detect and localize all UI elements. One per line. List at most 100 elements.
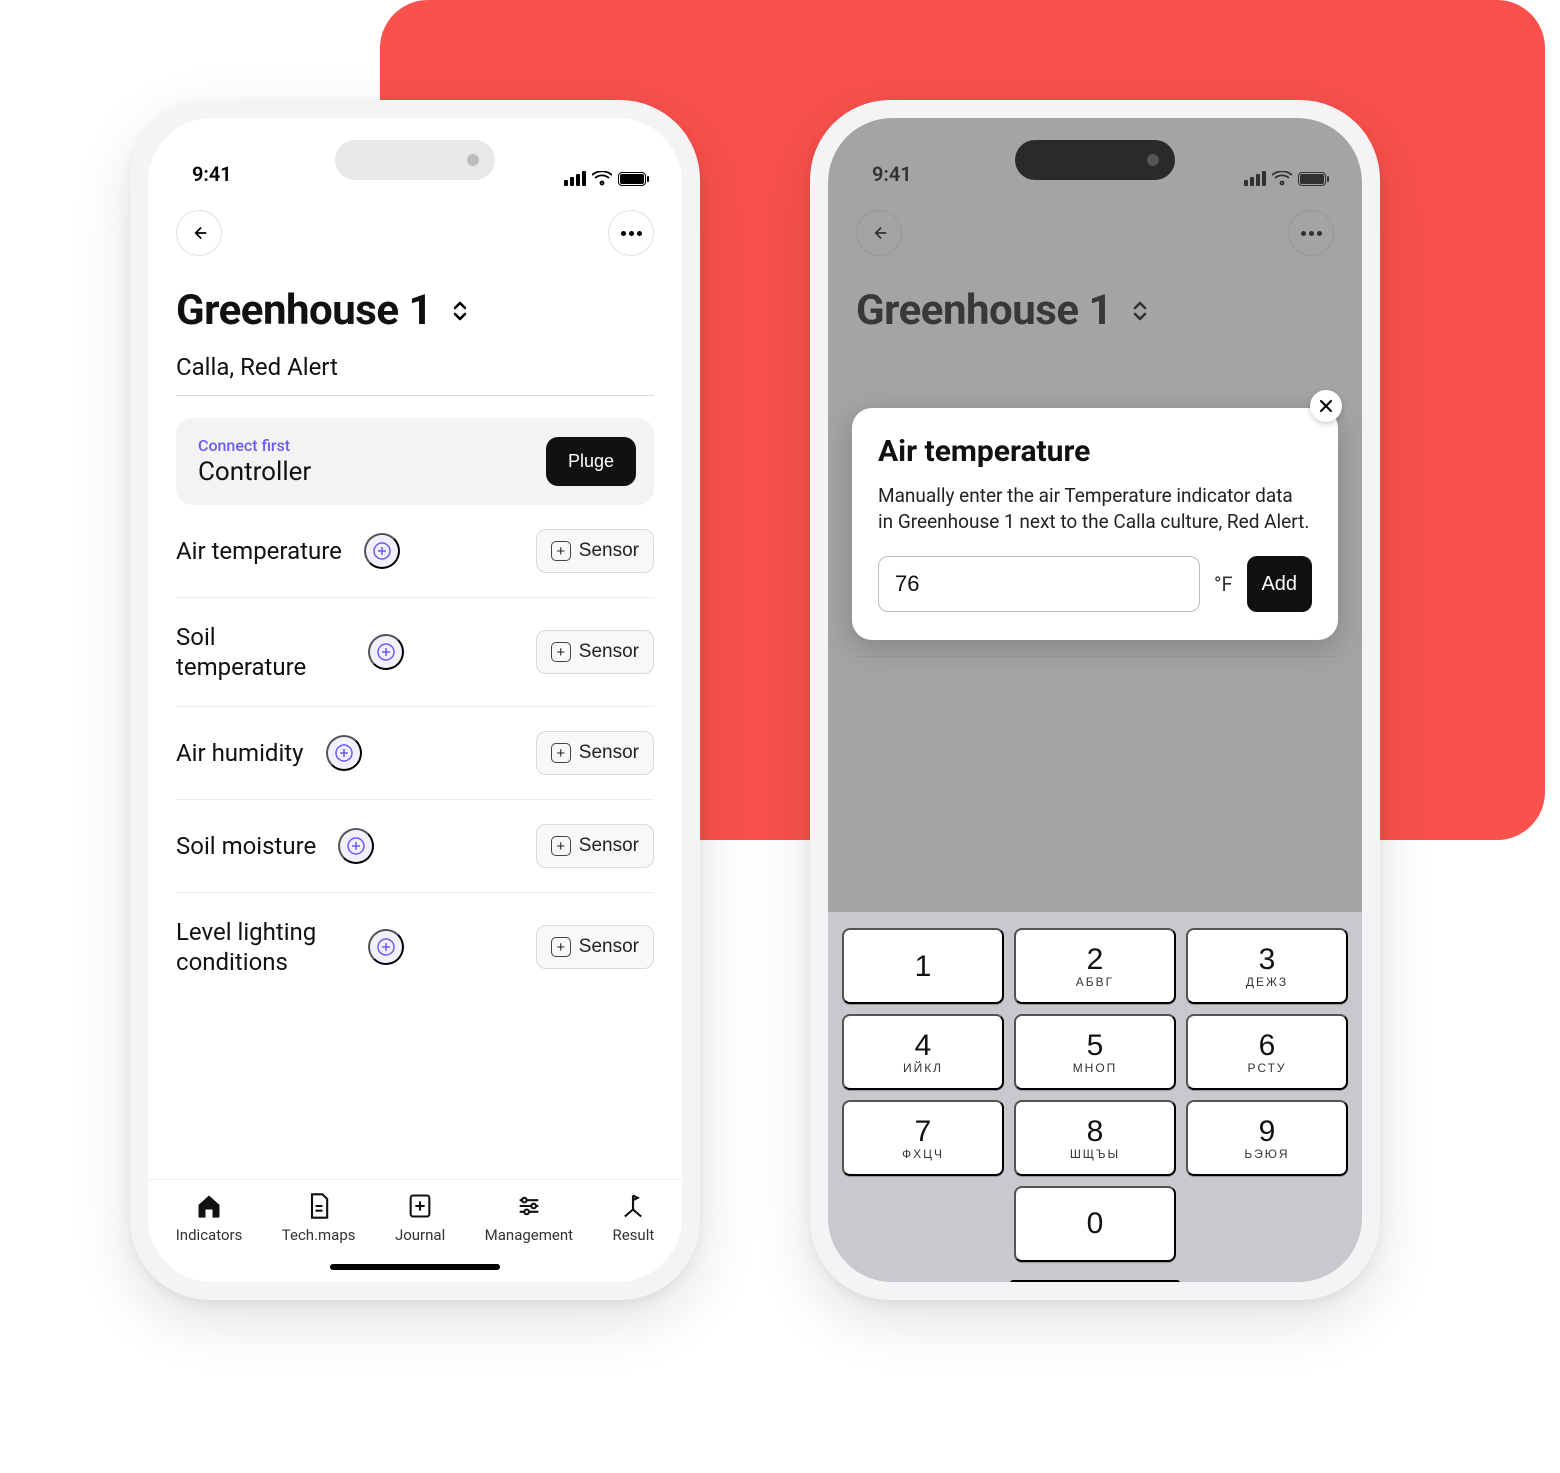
temperature-input[interactable] — [878, 556, 1200, 612]
indicator-row: Soil moisture + Sensor — [176, 800, 654, 893]
indicator-label: Soil temperature — [176, 622, 346, 682]
key-digit: 2 — [1087, 943, 1104, 977]
key-2[interactable]: 2АБВГ — [1014, 928, 1176, 1004]
plus-box-icon: + — [551, 836, 571, 856]
page-title: Greenhouse 1 — [176, 286, 432, 335]
key-digit: 8 — [1087, 1115, 1104, 1149]
key-7[interactable]: 7ФХЦЧ — [842, 1100, 1004, 1176]
plus-icon — [335, 744, 353, 762]
sensor-label: Sensor — [579, 742, 639, 764]
key-digit: 1 — [915, 950, 932, 984]
home-indicator — [330, 1264, 500, 1270]
home-icon — [195, 1192, 223, 1220]
add-reading-button[interactable] — [368, 634, 404, 670]
indicator-row: Soil temperature + Sensor — [176, 598, 654, 707]
plus-icon — [377, 938, 395, 956]
sensor-label: Sensor — [579, 936, 639, 958]
indicator-row: Air temperature + Sensor — [176, 505, 654, 598]
more-button[interactable] — [608, 210, 654, 256]
sensor-label: Sensor — [579, 641, 639, 663]
plus-icon — [377, 643, 395, 661]
add-reading-button[interactable] — [338, 828, 374, 864]
tab-management[interactable]: Management — [485, 1192, 573, 1244]
tab-label: Journal — [395, 1226, 445, 1244]
key-0[interactable]: 0 — [1014, 1186, 1176, 1262]
controller-card: Connect first Controller Pluge — [176, 418, 654, 505]
temperature-modal: Air temperature Manually enter the air T… — [852, 408, 1338, 640]
plus-icon — [347, 837, 365, 855]
tab-techmaps[interactable]: Tech.maps — [282, 1192, 356, 1244]
key-4[interactable]: 4ИЙКЛ — [842, 1014, 1004, 1090]
plug-button[interactable]: Pluge — [546, 437, 636, 486]
phone-frame-left: 9:41 Greenhouse 1 — [130, 100, 700, 1300]
key-5[interactable]: 5МНОП — [1014, 1014, 1176, 1090]
key-sub: ФХЦЧ — [902, 1147, 944, 1161]
sensor-button[interactable]: +Sensor — [536, 925, 654, 969]
add-reading-button[interactable] — [364, 533, 400, 569]
arrow-left-icon — [189, 223, 209, 243]
key-sub: ЬЭЮЯ — [1244, 1147, 1289, 1161]
sensor-label: Sensor — [579, 835, 639, 857]
key-9[interactable]: 9ЬЭЮЯ — [1186, 1100, 1348, 1176]
modal-title: Air temperature — [878, 434, 1312, 469]
close-button[interactable] — [1310, 390, 1342, 422]
flag-icon — [619, 1192, 647, 1220]
tab-label: Tech.maps — [282, 1226, 356, 1244]
indicator-label: Soil moisture — [176, 831, 316, 861]
key-sub: ИЙКЛ — [903, 1061, 943, 1075]
more-icon — [621, 231, 642, 236]
page-subtitle: Calla, Red Alert — [176, 353, 654, 396]
sliders-icon — [515, 1192, 543, 1220]
key-digit: 3 — [1259, 943, 1276, 977]
controller-hint: Connect first — [198, 436, 311, 455]
battery-icon — [618, 172, 646, 186]
controller-name: Controller — [198, 457, 311, 487]
tab-result[interactable]: Result — [612, 1192, 654, 1244]
key-digit: 9 — [1259, 1115, 1276, 1149]
key-3[interactable]: 3ДЕЖЗ — [1186, 928, 1348, 1004]
key-6[interactable]: 6РСТУ — [1186, 1014, 1348, 1090]
key-sub: ШЩЪЫ — [1070, 1147, 1120, 1161]
key-digit: 5 — [1087, 1029, 1104, 1063]
indicator-label: Air humidity — [176, 738, 304, 768]
wifi-icon — [592, 171, 612, 186]
unit-label: °F — [1214, 572, 1233, 596]
indicator-label: Level lighting conditions — [176, 917, 346, 977]
sensor-button[interactable]: + Sensor — [536, 630, 654, 674]
plus-box-icon: + — [551, 743, 571, 763]
sensor-button[interactable]: + Sensor — [536, 731, 654, 775]
tab-journal[interactable]: Journal — [395, 1192, 445, 1244]
modal-description: Manually enter the air Temperature indic… — [878, 483, 1312, 534]
selector-icon[interactable] — [450, 299, 470, 323]
tab-indicators[interactable]: Indicators — [176, 1192, 243, 1244]
key-8[interactable]: 8ШЩЪЫ — [1014, 1100, 1176, 1176]
plus-icon — [373, 542, 391, 560]
add-reading-button[interactable] — [326, 735, 362, 771]
close-icon — [1319, 399, 1333, 413]
dynamic-island — [335, 140, 495, 180]
plus-box-icon: + — [551, 541, 571, 561]
sensor-label: Sensor — [579, 540, 639, 562]
indicator-row: Air humidity + Sensor — [176, 707, 654, 800]
tab-bar: Indicators Tech.maps Journal Management … — [148, 1179, 682, 1254]
key-sub: РСТУ — [1247, 1061, 1286, 1075]
plus-box-icon: + — [551, 642, 571, 662]
indicator-label: Air temperature — [176, 536, 342, 566]
key-1[interactable]: 1 — [842, 928, 1004, 1004]
document-icon — [305, 1192, 333, 1220]
indicator-row: Level lighting conditions +Sensor — [176, 893, 654, 1001]
back-button[interactable] — [176, 210, 222, 256]
add-button[interactable]: Add — [1247, 556, 1312, 612]
sensor-button[interactable]: + Sensor — [536, 529, 654, 573]
add-reading-button[interactable] — [368, 929, 404, 965]
tab-label: Management — [485, 1226, 573, 1244]
home-indicator — [1010, 1280, 1180, 1282]
status-time: 9:41 — [192, 162, 232, 186]
numeric-keypad: 1 2АБВГ 3ДЕЖЗ 4ИЙКЛ 5МНОП 6РСТУ 7ФХЦЧ 8Ш… — [828, 912, 1362, 1282]
sensor-button[interactable]: + Sensor — [536, 824, 654, 868]
journal-icon — [406, 1192, 434, 1220]
phone-frame-right: 9:41 Green — [810, 100, 1380, 1300]
key-sub: АБВГ — [1076, 975, 1114, 989]
key-digit: 4 — [915, 1029, 932, 1063]
key-digit: 6 — [1259, 1029, 1276, 1063]
